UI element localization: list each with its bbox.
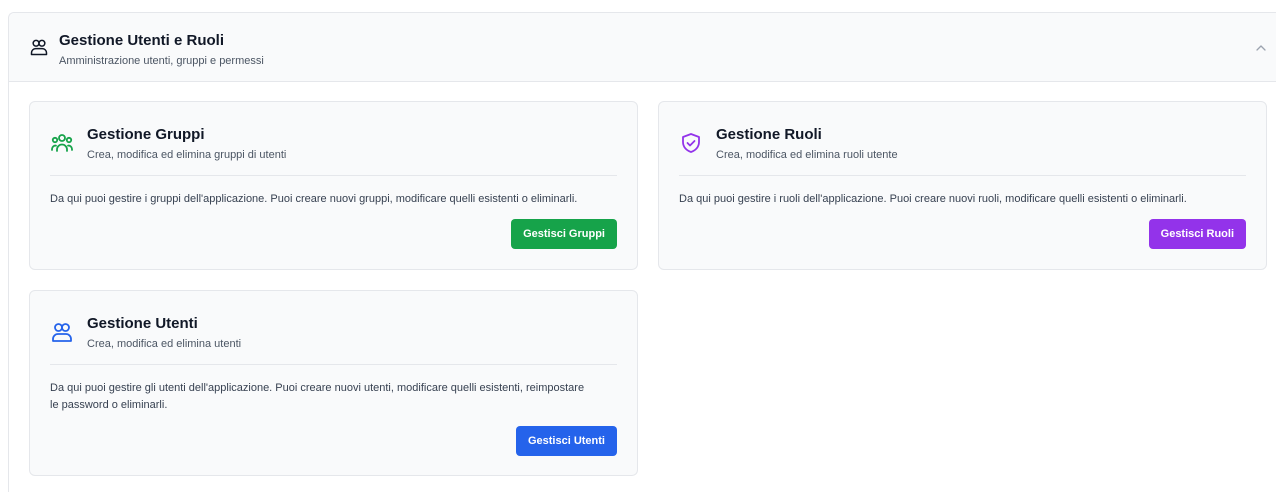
divider: [50, 175, 617, 176]
groups-card-description: Da qui puoi gestire i gruppi dell'applic…: [50, 193, 578, 205]
panel-title: Gestione Utenti e Ruoli: [59, 32, 225, 49]
users-card: Gestione Utenti Crea, modifica ed elimin…: [29, 290, 638, 476]
groups-card: Gestione Gruppi Crea, modifica ed elimin…: [29, 101, 638, 270]
users-card-subtitle: Crea, modifica ed elimina utenti: [87, 338, 242, 350]
user-group-icon: [51, 134, 73, 152]
roles-card-subtitle: Crea, modifica ed elimina ruoli utente: [716, 149, 898, 161]
manage-users-button[interactable]: Gestisci Utenti: [515, 426, 617, 456]
roles-card-description: Da qui puoi gestire i ruoli dell'applica…: [679, 193, 1187, 205]
roles-card: Gestione Ruoli Crea, modifica ed elimina…: [658, 101, 1267, 270]
shield-check-icon: [682, 133, 700, 153]
chevron-up-icon[interactable]: [1255, 43, 1267, 53]
divider: [679, 175, 1246, 176]
users-card-description: Da qui puoi gestire gli utenti dell'appl…: [50, 382, 585, 411]
users-icon: [52, 323, 72, 342]
groups-card-title: Gestione Gruppi: [87, 126, 205, 143]
manage-roles-button[interactable]: Gestisci Ruoli: [1148, 219, 1246, 249]
divider: [50, 364, 617, 365]
manage-groups-button[interactable]: Gestisci Gruppi: [511, 219, 617, 249]
roles-card-title: Gestione Ruoli: [716, 126, 822, 143]
users-icon: [30, 39, 48, 56]
panel-header[interactable]: Gestione Utenti e Ruoli Amministrazione …: [9, 13, 1276, 82]
users-card-title: Gestione Utenti: [87, 315, 198, 332]
groups-card-subtitle: Crea, modifica ed elimina gruppi di uten…: [87, 149, 287, 161]
panel-subtitle: Amministrazione utenti, gruppi e permess…: [59, 55, 264, 67]
